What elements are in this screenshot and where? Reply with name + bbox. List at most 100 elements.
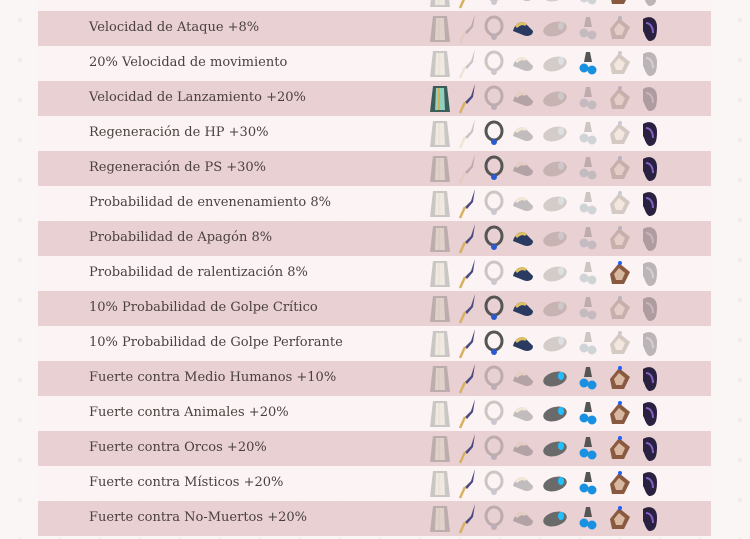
weapon-icon bbox=[455, 188, 481, 219]
necklace-icon bbox=[637, 398, 663, 429]
earrings-icon bbox=[575, 293, 601, 324]
weapon-icon bbox=[455, 0, 481, 9]
shield-icon bbox=[542, 258, 568, 289]
shoes-icon bbox=[510, 293, 536, 324]
shield-icon bbox=[542, 223, 568, 254]
shoes-icon bbox=[510, 328, 536, 359]
shield-icon bbox=[542, 0, 568, 9]
weapon-icon bbox=[455, 398, 481, 429]
bonus-label: 20% Velocidad de movimiento bbox=[89, 55, 288, 70]
table-row: Probabilidad de Apagón 8% bbox=[38, 221, 711, 256]
helmet-icon bbox=[481, 433, 507, 464]
earrings-icon bbox=[575, 328, 601, 359]
bracelet-icon bbox=[607, 363, 633, 394]
bracelet-icon bbox=[607, 258, 633, 289]
necklace-icon bbox=[637, 13, 663, 44]
bonus-label: Fuerte contra Orcos +20% bbox=[89, 440, 267, 455]
necklace-icon bbox=[637, 363, 663, 394]
table-row: Probabilidad de envenenamiento 8% bbox=[38, 186, 711, 221]
weapon-icon bbox=[455, 153, 481, 184]
bonus-label: Probabilidad de Apagón 8% bbox=[89, 230, 273, 245]
bracelet-icon bbox=[607, 48, 633, 79]
necklace-icon bbox=[637, 83, 663, 114]
helmet-icon bbox=[481, 328, 507, 359]
bracelet-icon bbox=[607, 293, 633, 324]
earrings-icon bbox=[575, 223, 601, 254]
bracelet-icon bbox=[607, 398, 633, 429]
table-row: Fuerte contra Místicos +20% bbox=[38, 466, 711, 501]
shield-icon bbox=[542, 503, 568, 534]
weapon-icon bbox=[455, 118, 481, 149]
armor-icon bbox=[427, 13, 453, 44]
weapon-icon bbox=[455, 48, 481, 79]
weapon-icon bbox=[455, 433, 481, 464]
earrings-icon bbox=[575, 363, 601, 394]
shoes-icon bbox=[510, 468, 536, 499]
necklace-icon bbox=[637, 503, 663, 534]
shoes-icon bbox=[510, 503, 536, 534]
necklace-icon bbox=[637, 118, 663, 149]
shield-icon bbox=[542, 433, 568, 464]
necklace-icon bbox=[637, 293, 663, 324]
weapon-icon bbox=[455, 328, 481, 359]
earrings-icon bbox=[575, 433, 601, 464]
armor-icon bbox=[427, 153, 453, 184]
table-row: 20% Velocidad de movimiento bbox=[38, 46, 711, 81]
shoes-icon bbox=[510, 223, 536, 254]
bonus-label: Velocidad de Lanzamiento +20% bbox=[89, 90, 306, 105]
earrings-icon bbox=[575, 48, 601, 79]
shield-icon bbox=[542, 118, 568, 149]
bonus-label: Regeneración de PS +30% bbox=[89, 160, 267, 175]
necklace-icon bbox=[637, 153, 663, 184]
bonus-label: Fuerte contra No-Muertos +20% bbox=[89, 510, 307, 525]
shoes-icon bbox=[510, 188, 536, 219]
armor-icon bbox=[427, 503, 453, 534]
weapon-icon bbox=[455, 503, 481, 534]
bracelet-icon bbox=[607, 188, 633, 219]
bonus-table: Velocidad de Ataque +8% 20% Velocidad de … bbox=[38, 0, 711, 536]
weapon-icon bbox=[455, 258, 481, 289]
armor-icon bbox=[427, 83, 453, 114]
shield-icon bbox=[542, 188, 568, 219]
armor-icon bbox=[427, 433, 453, 464]
bonus-label: 10% Probabilidad de Golpe Perforante bbox=[89, 335, 343, 350]
earrings-icon bbox=[575, 398, 601, 429]
shoes-icon bbox=[510, 118, 536, 149]
necklace-icon bbox=[637, 468, 663, 499]
earrings-icon bbox=[575, 258, 601, 289]
helmet-icon bbox=[481, 153, 507, 184]
earrings-icon bbox=[575, 503, 601, 534]
bracelet-icon bbox=[607, 433, 633, 464]
armor-icon bbox=[427, 258, 453, 289]
necklace-icon bbox=[637, 223, 663, 254]
shoes-icon bbox=[510, 363, 536, 394]
helmet-icon bbox=[481, 258, 507, 289]
shield-icon bbox=[542, 328, 568, 359]
shoes-icon bbox=[510, 48, 536, 79]
table-row: Velocidad de Lanzamiento +20% bbox=[38, 81, 711, 116]
earrings-icon bbox=[575, 153, 601, 184]
earrings-icon bbox=[575, 118, 601, 149]
bracelet-icon bbox=[607, 503, 633, 534]
weapon-icon bbox=[455, 363, 481, 394]
shoes-icon bbox=[510, 153, 536, 184]
helmet-icon bbox=[481, 363, 507, 394]
shoes-icon bbox=[510, 83, 536, 114]
shield-icon bbox=[542, 48, 568, 79]
shoes-icon bbox=[510, 0, 536, 9]
armor-icon bbox=[427, 328, 453, 359]
bracelet-icon bbox=[607, 468, 633, 499]
helmet-icon bbox=[481, 0, 507, 9]
armor-icon bbox=[427, 118, 453, 149]
armor-icon bbox=[427, 398, 453, 429]
weapon-icon bbox=[455, 13, 481, 44]
helmet-icon bbox=[481, 223, 507, 254]
necklace-icon bbox=[637, 0, 663, 9]
bracelet-icon bbox=[607, 153, 633, 184]
table-row: 10% Probabilidad de Golpe Crítico bbox=[38, 291, 711, 326]
necklace-icon bbox=[637, 433, 663, 464]
armor-icon bbox=[427, 363, 453, 394]
helmet-icon bbox=[481, 48, 507, 79]
weapon-icon bbox=[455, 468, 481, 499]
helmet-icon bbox=[481, 503, 507, 534]
